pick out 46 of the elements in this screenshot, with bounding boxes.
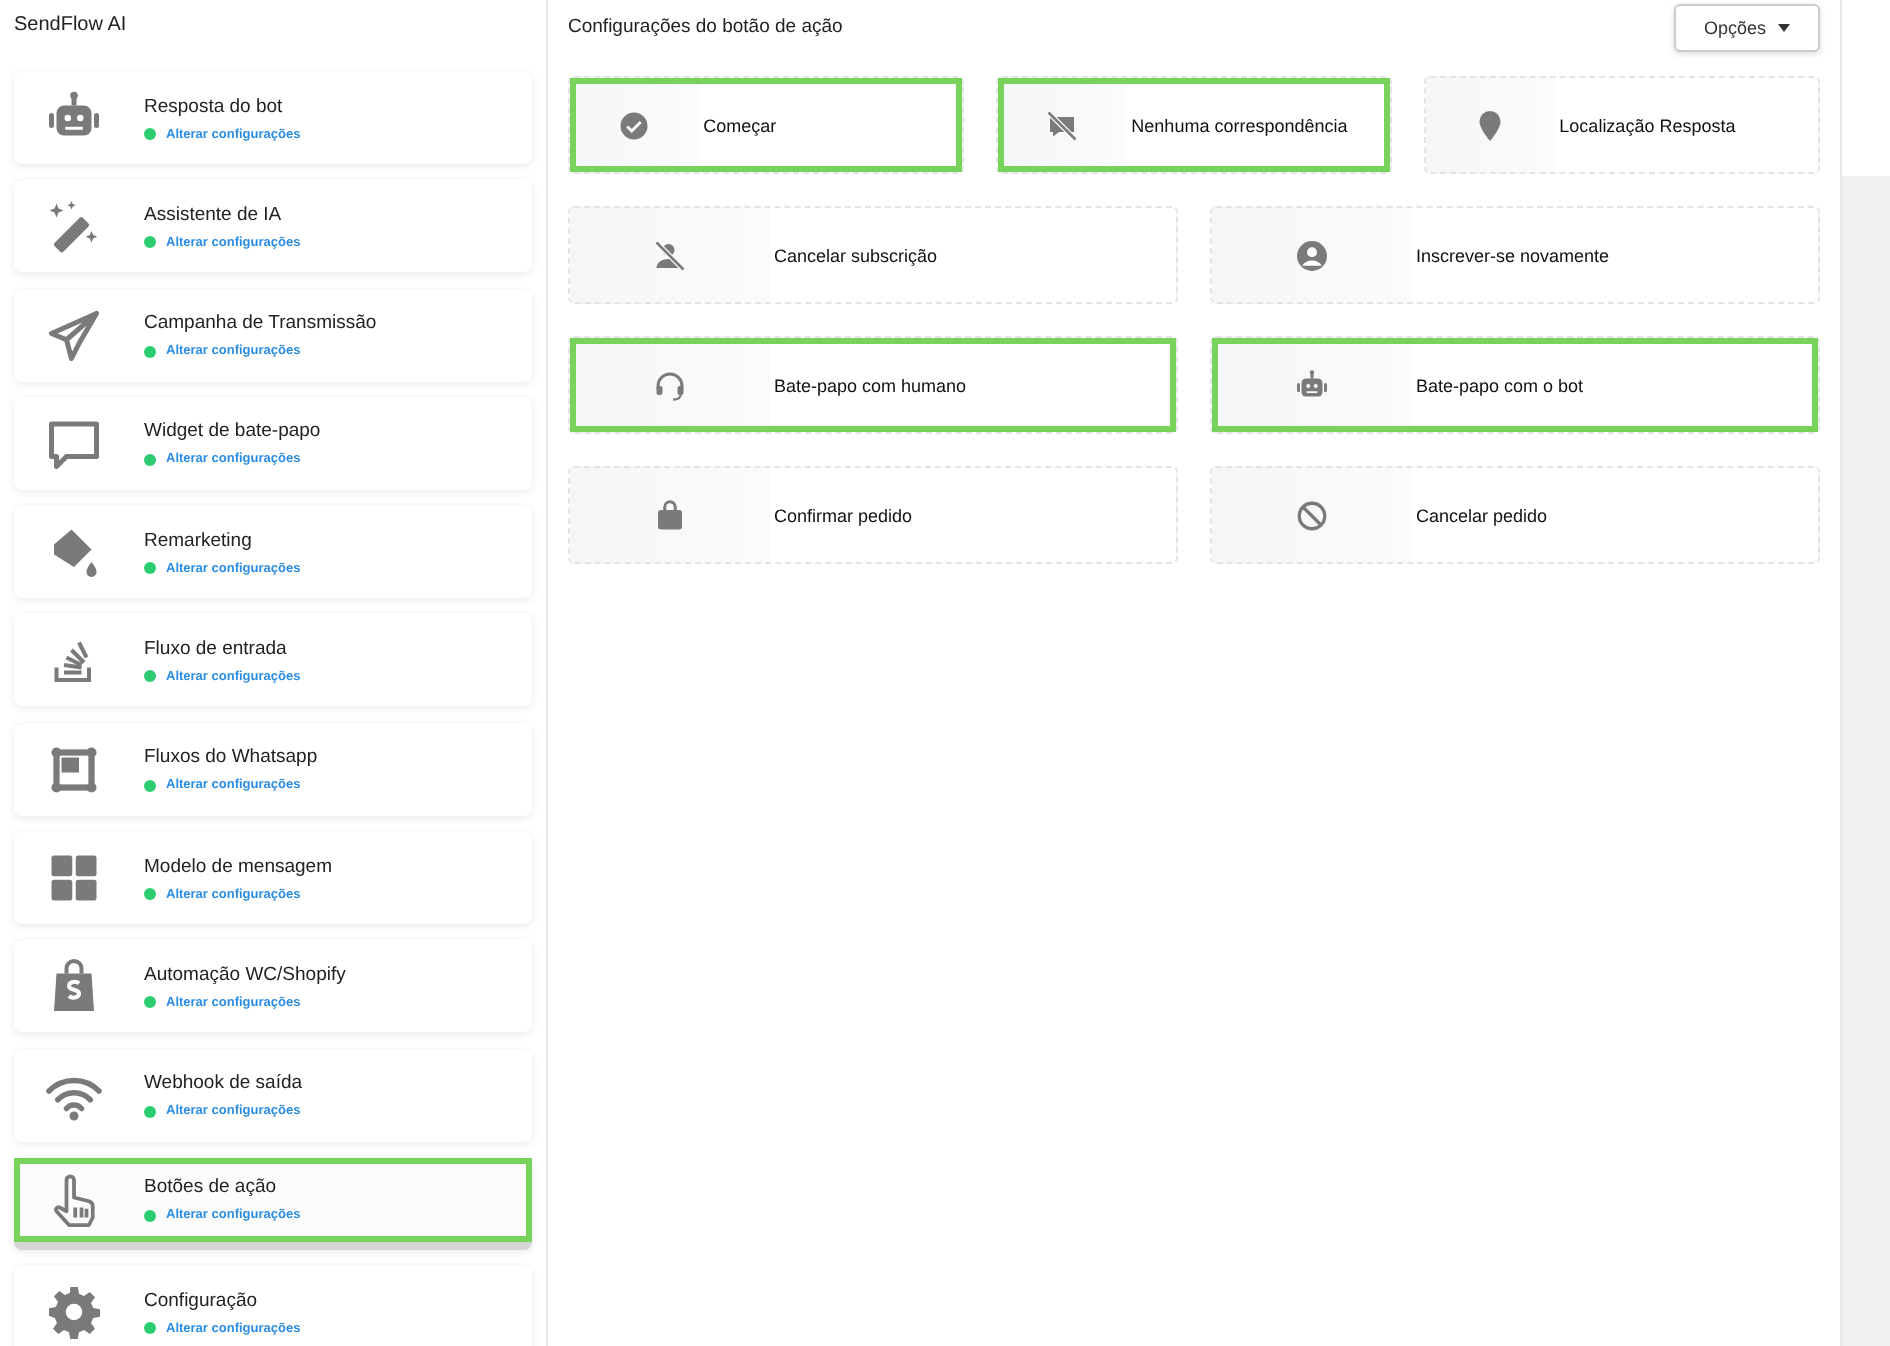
status-dot	[144, 779, 156, 792]
status-dot	[144, 888, 156, 901]
status-dot	[144, 1209, 156, 1222]
item-label: Assistente de IA	[144, 203, 284, 226]
action-card[interactable]: Começar	[568, 76, 964, 174]
headset-icon	[651, 367, 688, 403]
status-dot	[144, 562, 156, 575]
status-dot	[144, 345, 156, 358]
item-label: Configuração	[144, 1289, 260, 1312]
item-label: Remarketing	[144, 529, 254, 552]
action-card[interactable]: Cancelar pedido	[1210, 466, 1820, 564]
item-label: Modelo de mensagem	[144, 855, 332, 878]
status-dot	[144, 670, 156, 683]
options-button[interactable]: Opções	[1673, 4, 1820, 52]
item-label: Automação WC/Shopify	[144, 963, 346, 986]
action-card[interactable]: Nenhuma correspondência	[996, 76, 1392, 174]
paper-plane-icon	[44, 305, 104, 366]
action-card[interactable]: Confirmar pedido	[568, 466, 1178, 564]
user-circle-icon	[1293, 237, 1330, 273]
item-label: Botões de ação	[144, 1176, 279, 1199]
item-label: Resposta do bot	[144, 95, 285, 117]
status-dot	[144, 1105, 156, 1118]
status-dot	[144, 236, 156, 249]
action-card[interactable]: Cancelar subscrição	[568, 206, 1178, 304]
item-label: Widget de bate-papo	[144, 420, 321, 443]
chat-slash-icon	[1044, 107, 1081, 143]
status-dot	[144, 1322, 156, 1335]
gear-icon	[44, 1282, 104, 1343]
action-card[interactable]: Bate-papo com o bot	[1210, 336, 1820, 434]
action-card[interactable]: Inscrever-se novamente	[1210, 206, 1820, 304]
status-dot	[144, 996, 156, 1009]
user-slash-icon	[651, 237, 688, 273]
app-title: SendFlow AI	[14, 12, 129, 40]
action-card[interactable]: Bate-papo com humano	[568, 336, 1178, 434]
item-label: Fluxos do Whatsapp	[144, 746, 318, 769]
item-label: Webhook de saída	[144, 1072, 303, 1095]
status-dot	[144, 453, 156, 466]
check-circle-icon	[616, 107, 653, 143]
caret-icon	[1778, 24, 1790, 32]
item-label: Campanha de Transmissão	[144, 312, 377, 335]
item-label: Fluxo de entrada	[144, 637, 289, 660]
page-title: Configurações do botão de ação	[568, 14, 843, 38]
robot-icon	[1293, 367, 1330, 403]
status-dot	[144, 128, 156, 140]
ban-icon	[1293, 497, 1330, 533]
action-card[interactable]: Localização Resposta	[1424, 76, 1820, 174]
